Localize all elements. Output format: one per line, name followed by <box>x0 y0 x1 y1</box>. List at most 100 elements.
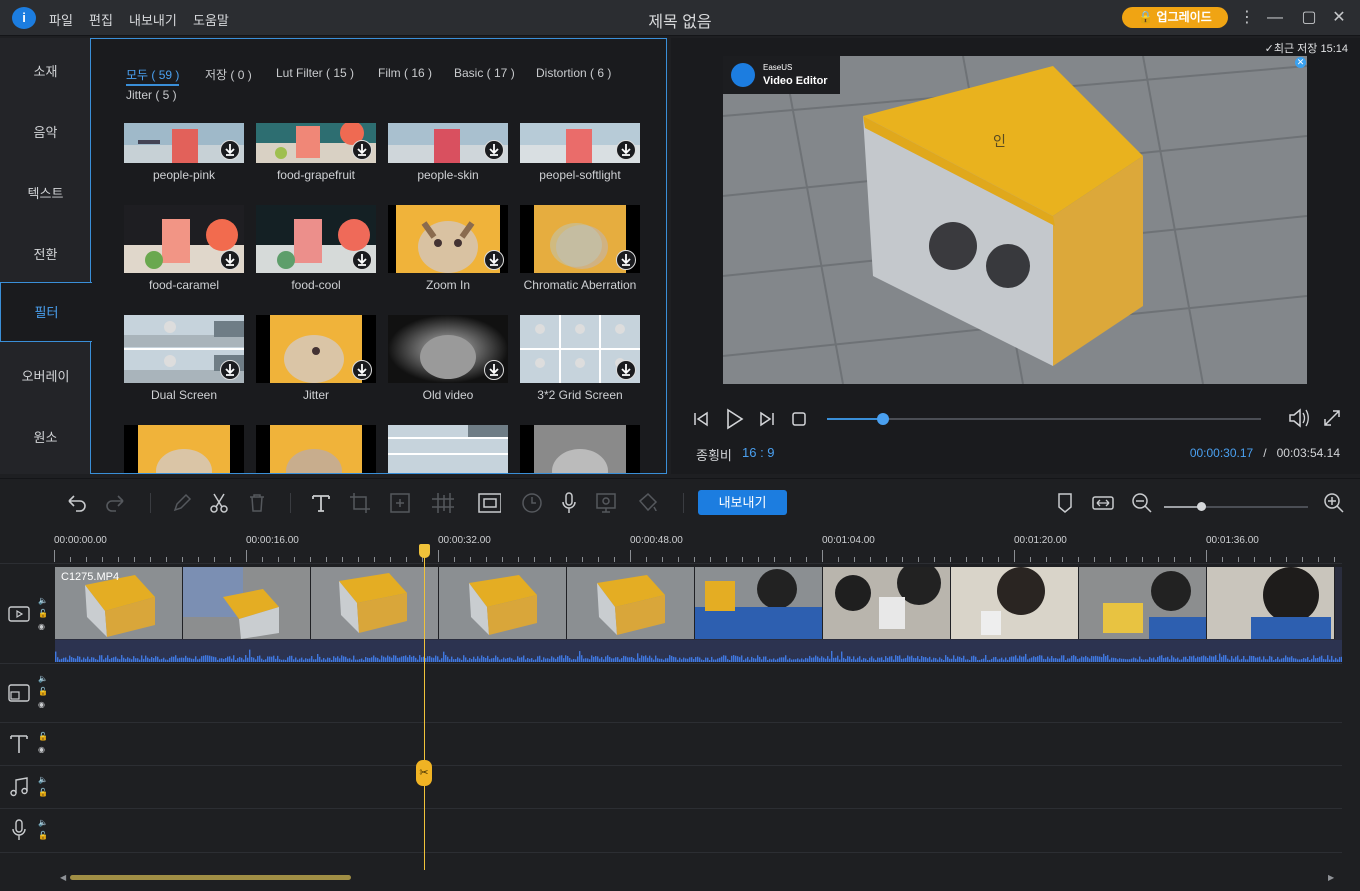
lock-icon[interactable]: 🔓 <box>38 786 48 799</box>
tab-film[interactable]: Film ( 16 ) <box>378 66 432 80</box>
filter-thumb[interactable] <box>124 425 244 473</box>
sidebar-item-transitions[interactable]: 전환 <box>0 225 91 285</box>
mosaic-icon[interactable] <box>430 491 454 515</box>
video-clip[interactable]: C1275.MP4 <box>55 567 1342 662</box>
text-tool-icon[interactable] <box>309 491 333 515</box>
filter-thumb-people-skin[interactable] <box>388 123 508 163</box>
filter-thumb-zoom-in[interactable] <box>388 205 508 273</box>
download-icon[interactable] <box>616 140 636 160</box>
seek-handle[interactable] <box>877 413 890 425</box>
timeline-scroll-thumb[interactable] <box>70 875 351 880</box>
filter-thumb-jitter[interactable] <box>256 315 376 383</box>
visibility-eye-icon[interactable]: ◉ <box>38 620 48 633</box>
menu-export[interactable]: 내보내기 <box>129 10 177 29</box>
scroll-right-icon[interactable]: ▶ <box>1328 873 1334 882</box>
timeline-scrollbar[interactable]: ◀ ▶ <box>0 866 1360 891</box>
download-icon[interactable] <box>352 250 372 270</box>
filter-thumb-food-grapefruit[interactable] <box>256 123 376 163</box>
close-watermark-icon[interactable]: ✕ <box>1295 57 1306 68</box>
lock-icon[interactable]: 🔓 <box>38 607 48 620</box>
menu-file[interactable]: 파일 <box>49 10 73 29</box>
redo-icon[interactable] <box>104 491 128 515</box>
download-icon[interactable] <box>484 250 504 270</box>
mute-icon[interactable]: 🔈 <box>38 594 48 607</box>
timeline-zoom-slider[interactable] <box>1164 502 1308 511</box>
video-preview[interactable]: 인 EaseUS Video Editor ✕ <box>723 56 1307 384</box>
download-icon[interactable] <box>220 360 240 380</box>
filter-thumb-grid-screen[interactable] <box>520 315 640 383</box>
tab-saved[interactable]: 저장 ( 0 ) <box>205 66 252 83</box>
lock-icon[interactable]: 🔓 <box>38 685 48 698</box>
tab-all[interactable]: 모두 ( 59 ) <box>126 66 180 86</box>
lock-icon[interactable]: 🔓 <box>38 730 48 743</box>
download-icon[interactable] <box>616 250 636 270</box>
next-frame-icon[interactable] <box>757 409 777 429</box>
sidebar-item-text[interactable]: 텍스트 <box>0 164 91 224</box>
download-icon[interactable] <box>220 140 240 160</box>
filter-thumb-dual-screen[interactable] <box>124 315 244 383</box>
download-icon[interactable] <box>352 140 372 160</box>
color-fill-icon[interactable] <box>636 491 660 515</box>
sidebar-item-overlays[interactable]: 오버레이 <box>0 347 91 407</box>
download-icon[interactable] <box>484 360 504 380</box>
visibility-eye-icon[interactable]: ◉ <box>38 743 48 756</box>
voiceover-mic-icon[interactable] <box>557 491 581 515</box>
filter-thumb-old-video[interactable] <box>388 315 508 383</box>
aspect-ratio-value[interactable]: 16 : 9 <box>742 445 775 460</box>
edit-pen-icon[interactable] <box>170 491 194 515</box>
download-icon[interactable] <box>352 360 372 380</box>
playhead-handle[interactable] <box>419 544 430 558</box>
filter-thumb-chromatic-aberration[interactable] <box>520 205 640 273</box>
filter-thumb[interactable] <box>388 425 508 473</box>
stop-icon[interactable] <box>790 410 808 428</box>
marker-icon[interactable] <box>1054 491 1078 515</box>
tab-distortion[interactable]: Distortion ( 6 ) <box>536 66 611 80</box>
tab-basic[interactable]: Basic ( 17 ) <box>454 66 515 80</box>
sidebar-item-elements[interactable]: 원소 <box>0 408 91 468</box>
menu-edit[interactable]: 편집 <box>89 10 113 29</box>
upgrade-button[interactable]: 🔒 업그레이드 <box>1122 7 1228 28</box>
play-icon[interactable] <box>723 407 745 431</box>
split-scissors-icon[interactable] <box>207 491 231 515</box>
mute-icon[interactable]: 🔈 <box>38 672 48 685</box>
sidebar-item-media[interactable]: 소재 <box>0 42 91 102</box>
undo-icon[interactable] <box>64 491 88 515</box>
timeline-ruler[interactable]: 00:00:00.00 00:00:16.00 00:00:32.00 00:0… <box>54 530 1344 562</box>
maximize-icon[interactable]: ▢ <box>1297 6 1321 30</box>
tab-lut-filter[interactable]: Lut Filter ( 15 ) <box>276 66 354 80</box>
lock-icon[interactable]: 🔓 <box>38 829 48 842</box>
download-icon[interactable] <box>484 140 504 160</box>
zoom-slider-handle[interactable] <box>1197 502 1207 511</box>
sidebar-item-filters[interactable]: 필터 <box>0 282 92 342</box>
export-button[interactable]: 내보내기 <box>698 490 787 515</box>
playback-seek-bar[interactable] <box>827 413 1261 425</box>
zoom-frame-icon[interactable] <box>388 491 412 515</box>
download-icon[interactable] <box>220 250 240 270</box>
zoom-in-icon[interactable] <box>1322 491 1346 515</box>
playhead-split-icon[interactable]: ✂ <box>416 760 432 786</box>
minimize-icon[interactable]: — <box>1263 6 1287 30</box>
freeze-frame-icon[interactable] <box>477 491 501 515</box>
filter-thumb[interactable] <box>256 425 376 473</box>
download-icon[interactable] <box>616 360 636 380</box>
visibility-eye-icon[interactable]: ◉ <box>38 698 48 711</box>
filter-thumb[interactable] <box>520 425 640 473</box>
crop-icon[interactable] <box>348 491 372 515</box>
more-options-icon[interactable]: ⋮ <box>1235 6 1259 30</box>
filter-thumb-peopel-softlight[interactable] <box>520 123 640 163</box>
sidebar-item-music[interactable]: 음악 <box>0 103 91 163</box>
scroll-left-icon[interactable]: ◀ <box>60 873 66 882</box>
menu-help[interactable]: 도움말 <box>193 10 229 29</box>
webcam-record-icon[interactable] <box>594 491 618 515</box>
previous-frame-icon[interactable] <box>691 409 711 429</box>
playhead-line[interactable] <box>424 547 425 870</box>
tab-jitter[interactable]: Jitter ( 5 ) <box>126 88 177 102</box>
close-icon[interactable]: ✕ <box>1327 6 1351 30</box>
mute-icon[interactable]: 🔈 <box>38 816 48 829</box>
speed-clock-icon[interactable] <box>520 491 544 515</box>
filter-thumb-food-caramel[interactable] <box>124 205 244 273</box>
fullscreen-icon[interactable] <box>1322 408 1342 428</box>
volume-icon[interactable] <box>1287 407 1311 429</box>
fit-timeline-icon[interactable] <box>1091 491 1115 515</box>
filter-thumb-people-pink[interactable] <box>124 123 244 163</box>
